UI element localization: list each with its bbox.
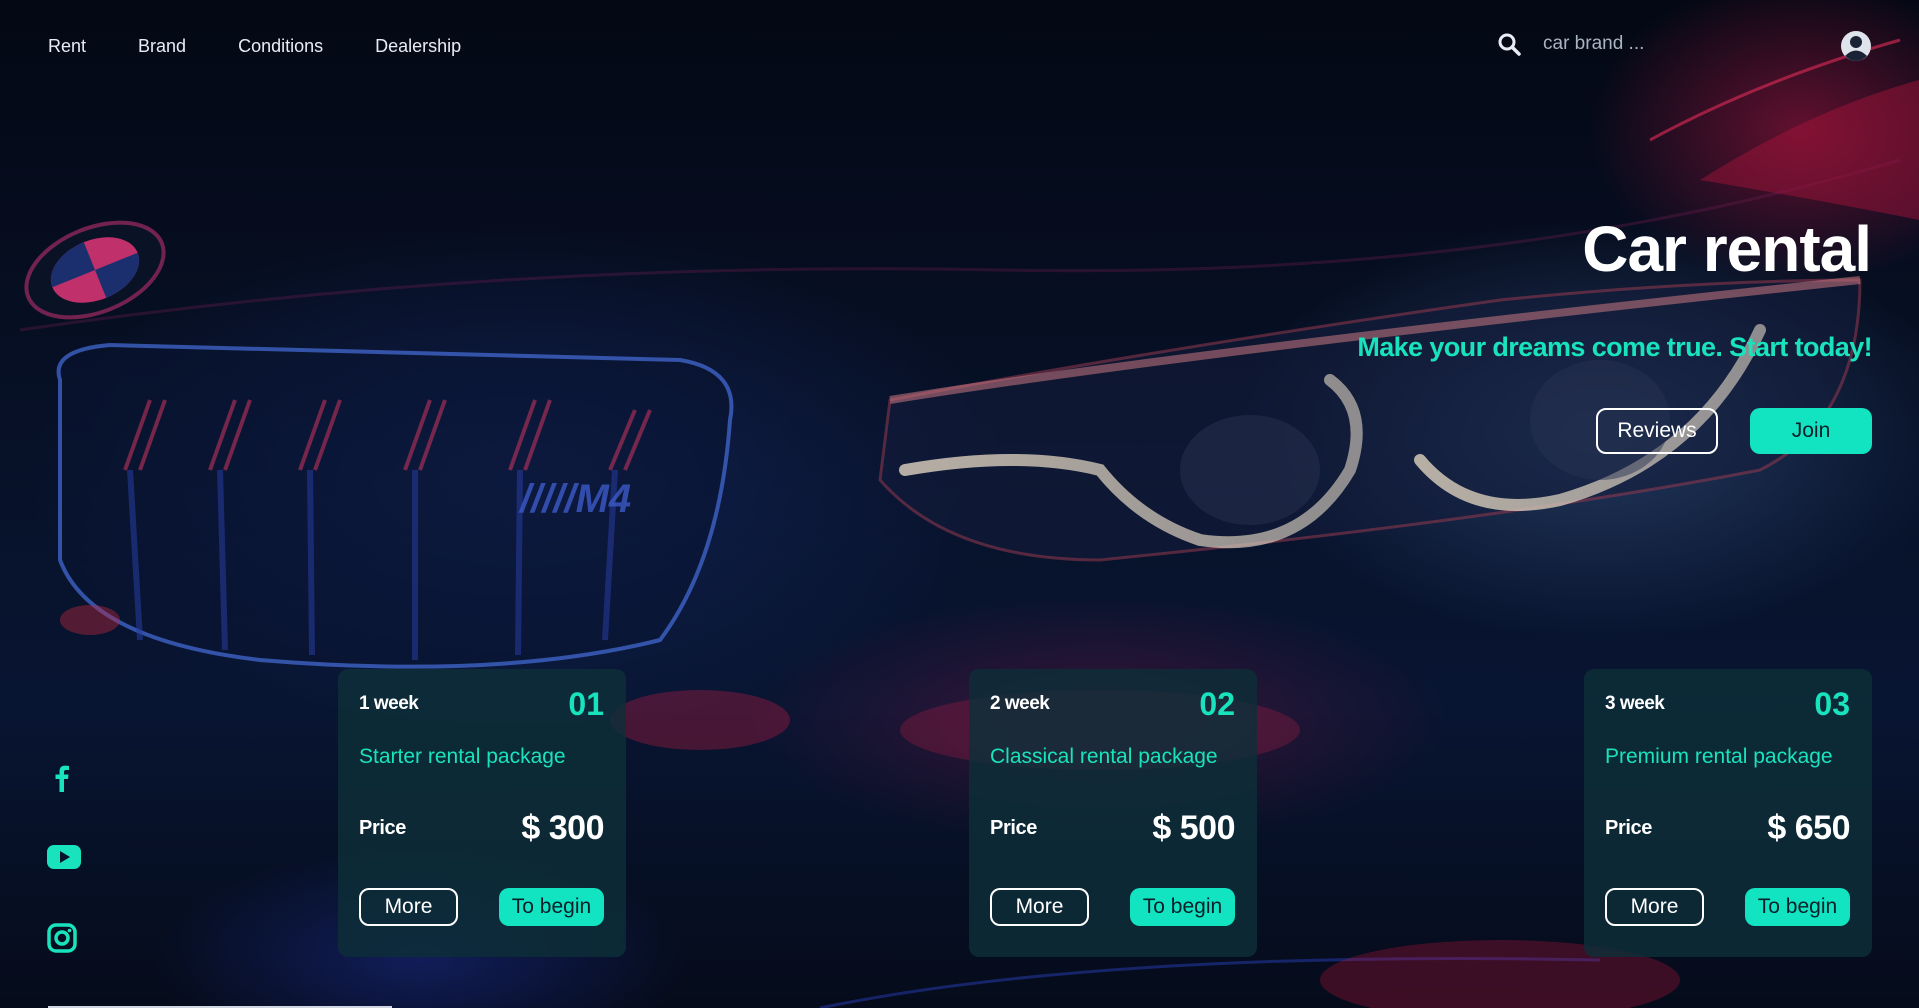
nav-rent[interactable]: Rent	[48, 36, 86, 57]
nav-brand[interactable]: Brand	[138, 36, 186, 57]
package-name: Premium rental package	[1605, 745, 1833, 768]
svg-text://///M4: /////M4	[518, 477, 631, 521]
package-name: Classical rental package	[990, 745, 1218, 768]
reviews-button[interactable]: Reviews	[1596, 408, 1718, 454]
user-circle-icon[interactable]	[1840, 30, 1872, 62]
hero-subtitle: Make your dreams come true. Start today!	[1357, 332, 1872, 362]
hero-title: Car rental	[1582, 213, 1872, 285]
instagram-icon[interactable]	[46, 922, 78, 953]
package-number: 01	[568, 685, 604, 722]
social-links	[46, 762, 81, 953]
search-bar	[1497, 32, 1725, 56]
package-number: 02	[1199, 685, 1235, 722]
facebook-icon[interactable]	[46, 762, 78, 792]
package-week: 3 week	[1605, 693, 1665, 714]
price-label: Price	[359, 817, 406, 839]
package-week: 1 week	[359, 693, 419, 714]
package-card-3: 3 week 03 Premium rental package Price $…	[1584, 669, 1872, 957]
car-rental-page: /////M4 Rent Brand Conditions Dealership	[0, 0, 1919, 1008]
price-label: Price	[990, 817, 1037, 839]
package-card-2: 2 week 02 Classical rental package Price…	[969, 669, 1257, 957]
to-begin-button[interactable]: To begin	[1130, 888, 1235, 926]
price-label: Price	[1605, 817, 1652, 839]
youtube-icon[interactable]	[46, 842, 81, 872]
search-icon[interactable]	[1497, 32, 1521, 56]
package-name: Starter rental package	[359, 745, 566, 768]
more-button[interactable]: More	[1605, 888, 1704, 926]
package-week: 2 week	[990, 693, 1050, 714]
package-number: 03	[1814, 685, 1850, 722]
package-price: $ 500	[1152, 809, 1235, 847]
search-input[interactable]	[1541, 32, 1725, 56]
hero-actions: Reviews Join	[1596, 408, 1872, 454]
package-price: $ 300	[521, 809, 604, 847]
more-button[interactable]: More	[359, 888, 458, 926]
to-begin-button[interactable]: To begin	[1745, 888, 1850, 926]
more-button[interactable]: More	[990, 888, 1089, 926]
nav-dealership[interactable]: Dealership	[375, 36, 461, 57]
nav-conditions[interactable]: Conditions	[238, 36, 323, 57]
package-card-1: 1 week 01 Starter rental package Price $…	[338, 669, 626, 957]
main-nav: Rent Brand Conditions Dealership	[48, 36, 461, 57]
join-button[interactable]: Join	[1750, 408, 1872, 454]
package-price: $ 650	[1767, 809, 1850, 847]
to-begin-button[interactable]: To begin	[499, 888, 604, 926]
